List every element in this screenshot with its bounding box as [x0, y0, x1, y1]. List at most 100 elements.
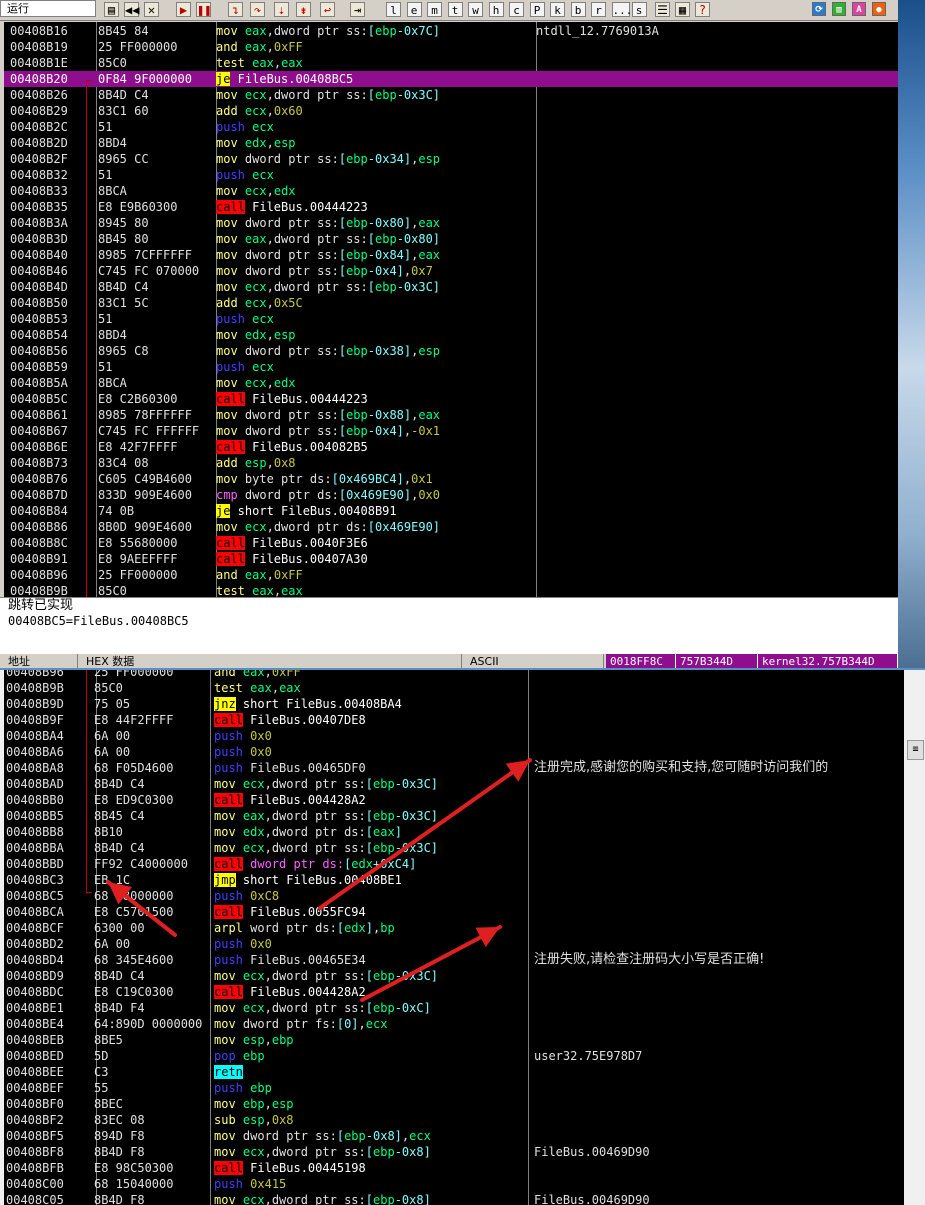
disasm-row[interactable]: 00408B8C E8 55680000 call FileBus.0040F3E6: [4, 535, 898, 551]
window-button-w[interactable]: w: [468, 2, 483, 17]
window-button-P[interactable]: P: [529, 2, 545, 17]
disasm-row[interactable]: 00408B96 25 FF000000 and eax,0xFF: [4, 567, 898, 583]
disasm-row[interactable]: 00408B32 51 push ecx: [4, 167, 898, 183]
disasm-row[interactable]: 00408BA8 68 F05D4600 push FileBus.00465DF0…: [4, 760, 904, 776]
disasm-row[interactable]: 00408B5C E8 C2B60300 call FileBus.00444223: [4, 391, 898, 407]
execute-till-return-icon[interactable]: ↩: [320, 2, 335, 17]
disasm-row[interactable]: 00408B29 83C1 60 add ecx,0x60: [4, 103, 898, 119]
disasm-row[interactable]: 00408B73 83C4 08 add esp,0x8: [4, 455, 898, 471]
dump-addr-header[interactable]: 地址: [0, 654, 78, 669]
stack-address[interactable]: 0018FF8C: [606, 654, 676, 669]
disasm-row[interactable]: 00408BFB E8 98C50300 call FileBus.00445198: [4, 1160, 904, 1176]
disasm-row[interactable]: 00408B40 8985 7CFFFFFF mov dword ptr ss:[e…: [4, 247, 898, 263]
list-icon[interactable]: ☰: [655, 2, 670, 17]
plugin-icon[interactable]: ▥: [832, 2, 846, 16]
disasm-row[interactable]: 00408BCA E8 C5701500 call FileBus.0055FC94: [4, 904, 904, 920]
disasm-row[interactable]: 00408BD9 8B4D C4 mov ecx,dword ptr ss:[ebp…: [4, 968, 904, 984]
window-button-m[interactable]: m: [427, 2, 442, 17]
window-button-k[interactable]: k: [550, 2, 565, 17]
goto-icon[interactable]: ⇥: [350, 2, 365, 17]
trace-into-icon[interactable]: ⇣: [274, 2, 289, 17]
vertical-scrollbar[interactable]: ≡: [906, 670, 925, 1205]
window-button-l[interactable]: l: [386, 2, 401, 17]
refresh-icon[interactable]: ⟳: [812, 2, 826, 16]
disasm-row[interactable]: 00408BF5 894D F8 mov dword ptr ss:[ebp-0x8…: [4, 1128, 904, 1144]
disasm-row[interactable]: 00408BB0 E8 ED9C0300 call FileBus.004428A2: [4, 792, 904, 808]
disasm-row[interactable]: 00408B46 C745 FC 070000 mov dword ptr ss:[…: [4, 263, 898, 279]
disasm-row[interactable]: 00408B33 8BCA mov ecx,edx: [4, 183, 898, 199]
disasm-row[interactable]: 00408B67 C745 FC FFFFFF mov dword ptr ss:[…: [4, 423, 898, 439]
step-into-icon[interactable]: ↴: [228, 2, 243, 17]
disasm-row[interactable]: 00408B1E 85C0 test eax,eax: [4, 55, 898, 71]
disasm-row[interactable]: 00408BD2 6A 00 push 0x0: [4, 936, 904, 952]
disasm-row[interactable]: 00408B84 74 0B je short FileBus.00408B91: [4, 503, 898, 519]
disasm-row[interactable]: 00408C00 68 15040000 push 0x415: [4, 1176, 904, 1192]
disasm-row[interactable]: 00408BE1 8B4D F4 mov ecx,dword ptr ss:[ebp…: [4, 1000, 904, 1016]
pause-icon[interactable]: ❚❚: [196, 2, 211, 17]
disasm-row[interactable]: 00408BCF 6300 00 arpl word ptr ds:[edx],bp: [4, 920, 904, 936]
disasm-row[interactable]: 00408B6E E8 42F7FFFF call FileBus.004082B5: [4, 439, 898, 455]
trace-over-icon[interactable]: ⇟: [296, 2, 311, 17]
disasm-row[interactable]: 00408BB8 8B10 mov edx,dword ptr ds:[eax]: [4, 824, 904, 840]
disasm-row[interactable]: 00408B35 E8 E9B60300 call FileBus.00444223: [4, 199, 898, 215]
disasm-row[interactable]: 00408BB5 8B45 C4 mov eax,dword ptr ss:[ebp…: [4, 808, 904, 824]
disasm-row[interactable]: 00408B16 8B45 84 mov eax,dword ptr ss:[ebp…: [4, 23, 898, 39]
window-button-c[interactable]: c: [509, 2, 524, 17]
disasm-row[interactable]: 00408BDC E8 C19C0300 call FileBus.004428A2: [4, 984, 904, 1000]
disasm-row[interactable]: 00408B9D 75 05 jnz short FileBus.00408BA4: [4, 696, 904, 712]
disasm-row[interactable]: 00408BEF 55 push ebp: [4, 1080, 904, 1096]
disasm-row[interactable]: 00408B76 C605 C49B4600 mov byte ptr ds:[0x…: [4, 471, 898, 487]
disasm-row[interactable]: 00408B5A 8BCA mov ecx,edx: [4, 375, 898, 391]
restart-icon[interactable]: ◀◀: [124, 2, 139, 17]
disasm-row[interactable]: 00408BF2 83EC 08 sub esp,0x8: [4, 1112, 904, 1128]
help-icon[interactable]: ?: [695, 2, 710, 17]
record-icon[interactable]: ●: [872, 2, 886, 16]
window-button-s[interactable]: s: [631, 2, 647, 17]
disasm-row[interactable]: 00408B19 25 FF000000 and eax,0xFF: [4, 39, 898, 55]
window-button-r[interactable]: r: [591, 2, 606, 17]
disasm-row[interactable]: 00408C05 8B4D F8 mov ecx,dword ptr ss:[ebp…: [4, 1192, 904, 1205]
stack-value[interactable]: 757B344D: [676, 654, 758, 669]
disasm-row[interactable]: 00408B20 0F84 9F000000 je FileBus.00408BC5: [4, 71, 898, 87]
disasm-row[interactable]: 00408BC3 EB 1C jmp short FileBus.00408BE1: [4, 872, 904, 888]
window-button-more[interactable]: ...: [611, 2, 632, 17]
disasm-row[interactable]: 00408BBA 8B4D C4 mov ecx,dword ptr ss:[ebp…: [4, 840, 904, 856]
disasm-row[interactable]: 00408BD4 68 345E4600 push FileBus.00465E34…: [4, 952, 904, 968]
disasm-row[interactable]: 00408B4D 8B4D C4 mov ecx,dword ptr ss:[ebp…: [4, 279, 898, 295]
stack-comment[interactable]: kernel32.757B344D: [758, 654, 898, 669]
disassembly-panel-top[interactable]: 00408B16 8B45 84 mov eax,dword ptr ss:[ebp…: [4, 22, 898, 597]
step-over-icon[interactable]: ↷: [250, 2, 265, 17]
dump-ascii-header[interactable]: ASCII: [462, 654, 604, 669]
disasm-row[interactable]: 00408BA4 6A 00 push 0x0: [4, 728, 904, 744]
disasm-row[interactable]: 00408B9F E8 44F2FFFF call FileBus.00407DE8: [4, 712, 904, 728]
open-icon[interactable]: ▤: [104, 2, 119, 17]
disasm-row[interactable]: 00408BF0 8BEC mov ebp,esp: [4, 1096, 904, 1112]
disasm-row[interactable]: 00408B50 83C1 5C add ecx,0x5C: [4, 295, 898, 311]
window-button-h[interactable]: h: [488, 2, 504, 17]
disasm-row[interactable]: 00408B2C 51 push ecx: [4, 119, 898, 135]
disasm-row[interactable]: 00408BBD FF92 C4000000 call dword ptr ds:[…: [4, 856, 904, 872]
disasm-row[interactable]: 00408B59 51 push ecx: [4, 359, 898, 375]
disasm-row[interactable]: 00408B26 8B4D C4 mov ecx,dword ptr ss:[ebp…: [4, 87, 898, 103]
window-button-t[interactable]: t: [447, 2, 463, 17]
a-icon[interactable]: A: [852, 2, 866, 16]
disasm-row[interactable]: 00408BE4 64:890D 0000000 mov dword ptr fs:…: [4, 1016, 904, 1032]
disassembly-panel-bottom[interactable]: 00408B96 25 FF000000 and eax,0xFF 00408B9B 8…: [4, 670, 904, 1205]
scrollbar-thumb[interactable]: ≡: [907, 740, 924, 760]
disasm-row[interactable]: 00408BA6 6A 00 push 0x0: [4, 744, 904, 760]
disasm-row[interactable]: 00408B56 8965 C8 mov dword ptr ss:[ebp-0x3…: [4, 343, 898, 359]
close-icon[interactable]: ✕: [144, 2, 159, 17]
disasm-row[interactable]: 00408BF8 8B4D F8 mov ecx,dword ptr ss:[ebp…: [4, 1144, 904, 1160]
disasm-row[interactable]: 00408B53 51 push ecx: [4, 311, 898, 327]
grid-icon[interactable]: ▦: [675, 2, 690, 17]
window-button-e[interactable]: e: [406, 2, 422, 17]
disasm-row[interactable]: 00408B2F 8965 CC mov dword ptr ss:[ebp-0x3…: [4, 151, 898, 167]
disasm-row[interactable]: 00408BED 5D pop ebp user32.75E978D7: [4, 1048, 904, 1064]
disasm-row[interactable]: 00408B9B 85C0 test eax,eax: [4, 583, 898, 597]
disasm-row[interactable]: 00408BAD 8B4D C4 mov ecx,dword ptr ss:[ebp…: [4, 776, 904, 792]
disasm-row[interactable]: 00408B61 8985 78FFFFFF mov dword ptr ss:[e…: [4, 407, 898, 423]
disasm-row[interactable]: 00408B2D 8BD4 mov edx,esp: [4, 135, 898, 151]
dump-hex-header[interactable]: HEX 数据: [78, 654, 462, 669]
disasm-row[interactable]: 00408B7D 833D 909E4600 cmp dword ptr ds:[0…: [4, 487, 898, 503]
window-button-b[interactable]: b: [570, 2, 586, 17]
